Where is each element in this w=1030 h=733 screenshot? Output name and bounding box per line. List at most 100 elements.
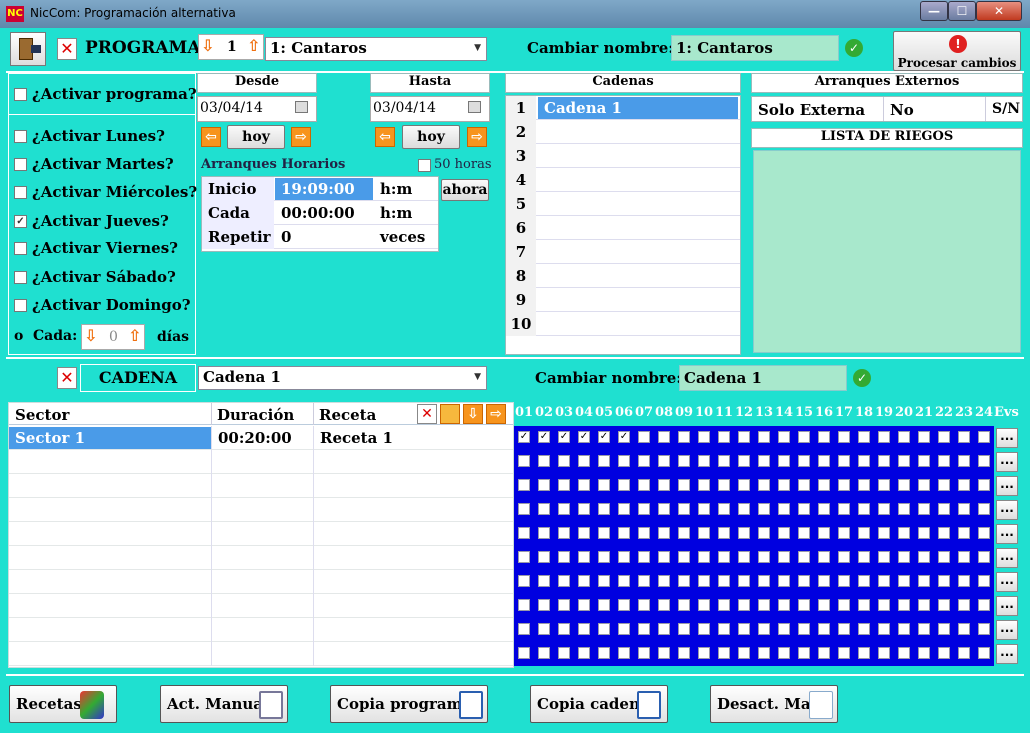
calendar-icon[interactable] [468,101,481,113]
ahora-button[interactable]: ahora [441,179,489,201]
hour-checkbox[interactable] [618,527,630,539]
hour-checkbox[interactable] [778,479,790,491]
hour-checkbox[interactable] [838,527,850,539]
evs-more-button[interactable]: ... [996,524,1018,544]
hour-checkbox[interactable] [678,647,690,659]
hour-checkbox[interactable] [938,551,950,563]
hour-checkbox[interactable] [798,527,810,539]
cadena-row[interactable]: 5 [506,192,740,216]
hour-checkbox[interactable] [698,647,710,659]
hour-checkbox[interactable] [878,599,890,611]
hour-checkbox[interactable] [738,551,750,563]
move-down-icon[interactable]: ⇩ [463,404,483,424]
hour-checkbox[interactable] [898,623,910,635]
hour-checkbox[interactable] [658,623,670,635]
hour-checkbox[interactable] [698,527,710,539]
hour-checkbox[interactable] [838,455,850,467]
desde-hoy-button[interactable]: hoy [227,125,285,149]
hour-checkbox[interactable] [838,551,850,563]
desde-next-icon[interactable]: ⇨ [291,127,311,147]
desde-prev-icon[interactable]: ⇦ [201,127,221,147]
hour-checkbox[interactable] [958,455,970,467]
hour-checkbox[interactable] [578,623,590,635]
hour-checkbox[interactable] [938,623,950,635]
hour-checkbox[interactable] [698,599,710,611]
hour-checkbox[interactable] [958,575,970,587]
hour-checkbox[interactable] [758,551,770,563]
hour-checkbox[interactable]: ✓ [618,431,630,443]
hour-checkbox[interactable] [758,599,770,611]
hour-checkbox[interactable] [638,575,650,587]
cadena-name[interactable] [538,313,738,335]
checkbox[interactable] [14,88,27,101]
checkbox[interactable] [14,299,27,312]
checkbox[interactable] [14,271,27,284]
hour-checkbox[interactable] [698,575,710,587]
hour-checkbox[interactable] [618,599,630,611]
receta-cell[interactable] [313,546,513,570]
receta-cell[interactable]: Receta 1 [313,426,513,450]
hour-checkbox[interactable] [898,599,910,611]
hour-checkbox[interactable] [618,647,630,659]
cadena-name[interactable] [538,241,738,263]
hour-checkbox[interactable] [538,551,550,563]
lista-riegos-area[interactable] [753,150,1021,353]
hour-checkbox[interactable] [898,431,910,443]
duracion-cell[interactable] [211,522,313,546]
hour-checkbox[interactable] [598,479,610,491]
hasta-hoy-button[interactable]: hoy [402,125,460,149]
sector-cell[interactable] [9,595,211,617]
evs-more-button[interactable]: ... [996,644,1018,664]
hour-checkbox[interactable] [798,455,810,467]
hour-checkbox[interactable] [778,599,790,611]
minimize-button[interactable]: — [920,1,948,21]
hour-checkbox[interactable] [978,431,990,443]
hour-checkbox[interactable] [958,479,970,491]
hour-checkbox[interactable] [538,527,550,539]
receta-cell[interactable] [313,450,513,474]
hour-checkbox[interactable] [978,503,990,515]
delete-program-button[interactable]: ✕ [57,38,77,60]
hour-checkbox[interactable] [818,551,830,563]
table-row[interactable] [9,522,513,546]
hour-checkbox[interactable] [938,431,950,443]
hour-checkbox[interactable] [878,623,890,635]
hour-checkbox[interactable] [598,527,610,539]
hour-checkbox[interactable] [838,503,850,515]
receta-cell[interactable] [313,642,513,666]
hour-checkbox[interactable] [898,575,910,587]
hour-checkbox[interactable] [958,551,970,563]
hour-checkbox[interactable] [878,551,890,563]
hour-checkbox[interactable] [718,551,730,563]
hour-checkbox[interactable] [918,647,930,659]
hour-checkbox[interactable] [898,647,910,659]
rename-cadena-input[interactable]: Cadena 1 [679,365,847,391]
hour-checkbox[interactable] [718,647,730,659]
hasta-date-picker[interactable]: 03/04/14 [370,96,490,122]
hour-checkbox[interactable] [978,479,990,491]
cadena-row[interactable]: 3 [506,144,740,168]
maximize-button[interactable]: ☐ [948,1,976,21]
hour-checkbox[interactable] [778,455,790,467]
table-row[interactable] [9,450,513,474]
hour-checkbox[interactable] [578,455,590,467]
hour-checkbox[interactable] [958,599,970,611]
hour-checkbox[interactable] [638,551,650,563]
rename-program-input[interactable]: 1: Cantaros [671,35,839,61]
hour-checkbox[interactable] [898,551,910,563]
hour-checkbox[interactable] [978,551,990,563]
hour-checkbox[interactable] [878,503,890,515]
hour-checkbox[interactable] [578,647,590,659]
hour-checkbox[interactable] [658,431,670,443]
table-row[interactable] [9,594,513,618]
hour-checkbox[interactable] [558,599,570,611]
hour-checkbox[interactable] [738,647,750,659]
hour-checkbox[interactable] [738,455,750,467]
hour-checkbox[interactable]: ✓ [518,431,530,443]
hour-checkbox[interactable] [618,455,630,467]
arrow-up-icon[interactable]: ⇧ [247,36,260,55]
receta-cell[interactable] [313,618,513,642]
hour-checkbox[interactable] [518,479,530,491]
hour-checkbox[interactable] [758,479,770,491]
hour-checkbox[interactable] [858,503,870,515]
